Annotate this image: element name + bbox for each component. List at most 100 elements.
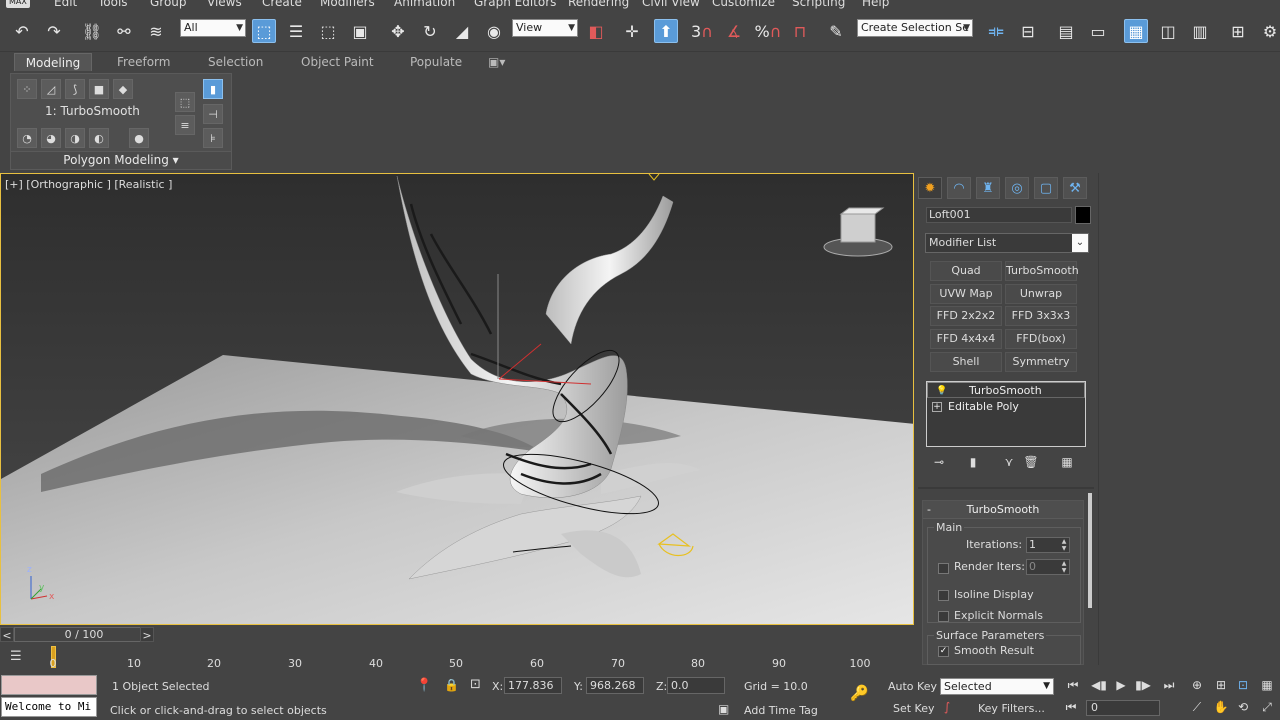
ribbon-tool-icon[interactable]: ⊧ <box>203 128 223 148</box>
time-slider[interactable]: < 0 / 100 > <box>0 626 914 644</box>
menu-civil-view[interactable]: Civil View <box>642 0 700 9</box>
select-by-name-icon[interactable]: ☰ <box>284 19 308 43</box>
time-tag-icon[interactable]: ▣ <box>718 702 729 716</box>
scene-explorer-icon[interactable]: ▦ <box>1124 19 1148 43</box>
ribbon-collapse-icon[interactable]: ≡ <box>175 115 195 135</box>
tab-populate[interactable]: Populate <box>410 55 462 69</box>
pan-icon[interactable]: ✋ <box>1210 700 1232 714</box>
element-mode-icon[interactable]: ◆ <box>113 79 133 99</box>
viewport-label[interactable]: [+] [Orthographic ] [Realistic ] <box>5 178 172 191</box>
menu-views[interactable]: Views <box>207 0 242 9</box>
spinner-snap-icon[interactable]: ⊓ <box>788 19 812 43</box>
object-name-field[interactable]: Loft001 <box>926 207 1072 223</box>
ribbon-sub-icon-2[interactable]: ◕ <box>41 128 61 148</box>
border-mode-icon[interactable]: ⟆ <box>65 79 85 99</box>
lightbulb-icon[interactable]: 💡 <box>936 383 947 399</box>
select-object-icon[interactable]: ⬚ <box>252 19 276 43</box>
menu-customize[interactable]: Customize <box>712 0 775 9</box>
percent-snap-icon[interactable]: % ∩ <box>755 19 782 43</box>
tab-selection[interactable]: Selection <box>208 55 263 69</box>
keyboard-shortcut-override-icon[interactable]: ⬆ <box>654 19 678 43</box>
ribbon-sub-icon-5[interactable]: ● <box>129 128 149 148</box>
object-color-swatch[interactable] <box>1075 206 1091 224</box>
orbit-icon[interactable]: ⟲ <box>1232 700 1254 714</box>
window-crossing-icon[interactable]: ▣ <box>348 19 372 43</box>
undo-icon[interactable]: ↶ <box>10 19 34 43</box>
uvw-map-button[interactable]: UVW Map <box>930 284 1002 304</box>
set-key-icon[interactable]: 🔑 <box>850 684 869 702</box>
isolate-selection-icon[interactable]: 📍 <box>416 678 432 693</box>
polygon-modeling-dropdown[interactable]: Polygon Modeling ▾ <box>11 151 231 169</box>
tab-object-paint[interactable]: Object Paint <box>301 55 374 69</box>
selection-lock-icon[interactable]: 🔒 <box>444 678 459 692</box>
modify-mode-icon[interactable]: ⬚ <box>175 92 195 112</box>
pin-stack-icon[interactable]: ⊸ <box>930 455 948 473</box>
ribbon-options-icon[interactable]: ▣▾ <box>488 55 505 69</box>
unlink-icon[interactable]: ⚯ <box>112 19 136 43</box>
toggle-ribbon-icon[interactable]: ▭ <box>1086 19 1110 43</box>
maxscript-listener-input[interactable]: Welcome to Mi <box>1 697 97 717</box>
turbosmooth-button[interactable]: TurboSmooth <box>1005 261 1079 281</box>
named-selection-dropdown[interactable]: Create Selection Se ▼ <box>857 19 973 37</box>
key-mode-dropdown[interactable]: Selected ▼ <box>940 678 1054 695</box>
utilities-tab-icon[interactable]: ⚒ <box>1063 177 1087 199</box>
stack-item-editable-poly[interactable]: + Editable Poly <box>927 399 1085 415</box>
go-to-end-icon[interactable]: ⏭ <box>1158 678 1180 693</box>
track-bar[interactable]: ☰ 0 10 20 30 40 50 60 70 80 90 100 <box>0 644 914 674</box>
maximize-viewport-icon[interactable]: ⤢ <box>1256 700 1278 715</box>
y-coordinate-field[interactable]: 968.268 <box>586 677 644 694</box>
go-to-start-icon[interactable]: ⏮ <box>1062 678 1084 693</box>
menu-animation[interactable]: Animation <box>394 0 455 9</box>
zoom-extents-all-icon[interactable]: ▦ <box>1256 678 1278 692</box>
previous-frame-icon[interactable]: ◀▮ <box>1088 678 1110 692</box>
scale-icon[interactable]: ◢ <box>450 19 474 43</box>
unwrap-uvw-button[interactable]: Unwrap UVW <box>1005 284 1077 318</box>
edit-named-selection-icon[interactable]: ✎ <box>824 19 848 43</box>
command-panel-scrollbar[interactable] <box>1088 493 1092 608</box>
ribbon-stack-icon[interactable]: ⊣ <box>203 104 223 124</box>
z-coordinate-field[interactable]: 0.0 <box>667 677 725 694</box>
ribbon-sub-icon-4[interactable]: ◐ <box>89 128 109 148</box>
auto-key-button[interactable]: Auto Key <box>888 680 937 693</box>
time-slider-next-icon[interactable]: > <box>140 627 154 642</box>
ffd-2x2x2-button[interactable]: FFD 2x2x2 <box>930 306 1002 326</box>
current-frame-field[interactable]: 0 <box>1086 700 1160 716</box>
set-key-button[interactable]: Set Key <box>893 702 935 715</box>
expand-icon[interactable]: + <box>932 402 942 412</box>
display-tab-icon[interactable]: ▢ <box>1034 177 1058 199</box>
render-iters-checkbox[interactable] <box>938 563 949 574</box>
time-slider-prev-icon[interactable]: < <box>0 627 14 642</box>
rotate-icon[interactable]: ↻ <box>418 19 442 43</box>
modifier-list-dropdown[interactable]: Modifier List ⌄ <box>925 233 1089 253</box>
selection-filter-dropdown[interactable]: All ▼ <box>180 19 246 37</box>
placement-icon[interactable]: ◉ <box>482 19 506 43</box>
menu-graph-editors[interactable]: Graph Editors <box>474 0 556 9</box>
make-unique-icon[interactable]: ⋎ <box>1000 455 1018 473</box>
time-slider-handle[interactable]: 0 / 100 <box>14 627 154 642</box>
render-iters-spinner[interactable]: 0 ▲ ▼ <box>1026 559 1070 575</box>
link-icon[interactable]: ⛓ <box>80 19 104 43</box>
add-time-tag[interactable]: Add Time Tag <box>744 704 818 717</box>
zoom-all-icon[interactable]: ⊞ <box>1210 678 1232 692</box>
maxscript-listener-output[interactable] <box>1 675 97 695</box>
menu-tools[interactable]: Tools <box>98 0 128 9</box>
viewcube-top[interactable] <box>839 207 885 215</box>
explicit-normals-checkbox[interactable] <box>938 611 949 622</box>
menu-modifiers[interactable]: Modifiers <box>320 0 375 9</box>
hierarchy-tab-icon[interactable]: ♜ <box>976 177 1000 199</box>
rollout-header[interactable]: - TurboSmooth <box>923 501 1083 519</box>
tab-freeform[interactable]: Freeform <box>117 55 170 69</box>
stack-item-turbosmooth[interactable]: 💡 TurboSmooth <box>927 382 1085 398</box>
ribbon-sub-icon-3[interactable]: ◑ <box>65 128 85 148</box>
vertex-mode-icon[interactable]: ⁘ <box>17 79 37 99</box>
perspective-viewport[interactable]: [+] [Orthographic ] [Realistic ] z x y <box>0 173 914 625</box>
app-logo[interactable]: MAX <box>6 0 30 8</box>
angle-snap-icon[interactable]: ∡ <box>722 19 746 43</box>
pivot-center-icon[interactable]: ◧ <box>584 19 608 43</box>
bind-spacewarp-icon[interactable]: ≋ <box>144 19 168 43</box>
key-tangent-icon[interactable]: ∫ <box>944 700 950 714</box>
key-filters-button[interactable]: Key Filters... <box>978 702 1045 715</box>
mini-curve-editor-icon[interactable]: ☰ <box>10 649 22 664</box>
ffd-box-button[interactable]: FFD(box) <box>1005 329 1077 349</box>
schematic-view-icon[interactable]: ▥ <box>1188 19 1212 43</box>
